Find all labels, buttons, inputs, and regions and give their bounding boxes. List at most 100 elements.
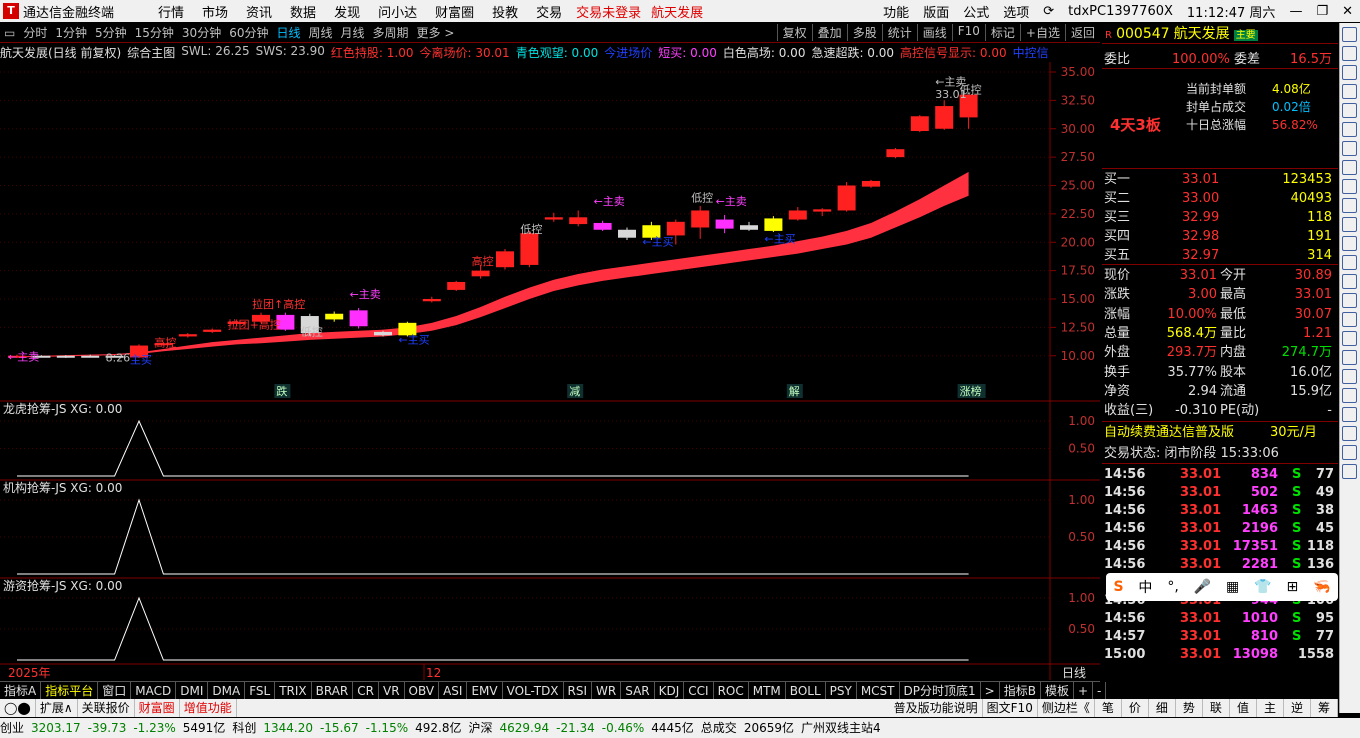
indicator-tab-4[interactable]: DMI: [176, 682, 209, 699]
ime-btn-2[interactable]: °,: [1167, 579, 1178, 595]
bottom-btn-1[interactable]: 关联报价: [78, 699, 135, 717]
indicator-tab-11[interactable]: OBV: [405, 682, 440, 699]
menu-right-1[interactable]: 版面: [916, 2, 956, 21]
bottom-right-btn-2[interactable]: 侧边栏《: [1038, 699, 1095, 717]
sidebar-tool-icon[interactable]: [1342, 236, 1357, 251]
period-tab-1[interactable]: 1分钟: [51, 24, 91, 41]
sidebar-tool-icon[interactable]: [1342, 27, 1357, 42]
login-warning[interactable]: 交易未登录 航天发展: [571, 2, 708, 21]
refresh-icon[interactable]: ⟳: [1036, 4, 1061, 19]
indicator-tab-1[interactable]: 指标平台: [41, 682, 99, 699]
ime-btn-5[interactable]: 👕: [1254, 579, 1271, 595]
indicator-tab-16[interactable]: WR: [592, 682, 622, 699]
sidebar-tool-icon[interactable]: [1342, 312, 1357, 327]
toolbar-btn-0[interactable]: 复权: [776, 24, 812, 41]
indicator-tab-17[interactable]: SAR: [621, 682, 655, 699]
menu-item-6[interactable]: 财富圈: [426, 2, 483, 21]
quick-tab-8[interactable]: 筹: [1311, 699, 1338, 717]
indicator-tab-27[interactable]: 指标B: [1000, 682, 1041, 699]
sidebar-tool-icon[interactable]: [1342, 46, 1357, 61]
indicator-tab-24[interactable]: MCST: [857, 682, 900, 699]
indicator-tab-8[interactable]: BRAR: [312, 682, 354, 699]
indicator-tab-22[interactable]: BOLL: [786, 682, 826, 699]
ime-btn-4[interactable]: ▦: [1226, 579, 1239, 595]
ime-btn-3[interactable]: 🎤: [1194, 579, 1211, 595]
menu-item-0[interactable]: 行情: [149, 2, 193, 21]
sidebar-tool-icon[interactable]: [1342, 179, 1357, 194]
period-tab-6[interactable]: 日线: [272, 24, 304, 41]
indicator-tab-12[interactable]: ASI: [439, 682, 468, 699]
sidebar-tool-icon[interactable]: [1342, 84, 1357, 99]
indicator-tab-0[interactable]: 指标A: [0, 682, 42, 699]
period-tab-2[interactable]: 5分钟: [91, 24, 131, 41]
quick-tab-1[interactable]: 价: [1122, 699, 1149, 717]
indicator-tab-15[interactable]: RSI: [564, 682, 593, 699]
sidebar-tool-icon[interactable]: [1342, 331, 1357, 346]
indicator-tab-19[interactable]: CCI: [684, 682, 714, 699]
sidebar-tool-icon[interactable]: [1342, 65, 1357, 80]
quick-tab-3[interactable]: 势: [1176, 699, 1203, 717]
sidebar-tool-icon[interactable]: [1342, 426, 1357, 441]
indicator-tab-18[interactable]: KDJ: [655, 682, 685, 699]
bottom-right-btn-0[interactable]: 普及版功能说明: [890, 699, 983, 717]
menu-right-2[interactable]: 公式: [956, 2, 996, 21]
ime-btn-0[interactable]: S: [1113, 579, 1123, 595]
period-tab-5[interactable]: 60分钟: [225, 24, 272, 41]
menu-item-8[interactable]: 交易: [527, 2, 571, 21]
period-tab-4[interactable]: 30分钟: [178, 24, 225, 41]
indicator-tab-5[interactable]: DMA: [208, 682, 246, 699]
indicator-tab-28[interactable]: 模板: [1041, 682, 1074, 699]
quick-tab-5[interactable]: 值: [1230, 699, 1257, 717]
indicator-tab-30[interactable]: -: [1093, 682, 1107, 699]
period-tab-0[interactable]: 分时: [19, 24, 51, 41]
indicator-tab-2[interactable]: 窗口: [98, 682, 132, 699]
sidebar-tool-icon[interactable]: [1342, 160, 1357, 175]
toolbar-btn-4[interactable]: 画线: [916, 24, 952, 41]
indicator-tab-10[interactable]: VR: [379, 682, 405, 699]
quick-tab-0[interactable]: 笔: [1095, 699, 1122, 717]
quick-tab-6[interactable]: 主: [1257, 699, 1284, 717]
indicator-tab-25[interactable]: DP分时顶底1: [900, 682, 981, 699]
sidebar-tool-icon[interactable]: [1342, 103, 1357, 118]
toolbar-menu-icon[interactable]: ▭: [0, 26, 19, 40]
period-tab-8[interactable]: 月线: [337, 24, 369, 41]
toolbar-btn-8[interactable]: 返回: [1064, 24, 1100, 41]
indicator-tab-21[interactable]: MTM: [749, 682, 786, 699]
sidebar-tool-icon[interactable]: [1342, 141, 1357, 156]
indicator-tab-20[interactable]: ROC: [714, 682, 749, 699]
indicator-tab-6[interactable]: FSL: [245, 682, 276, 699]
ime-btn-6[interactable]: ⊞: [1286, 579, 1298, 595]
quick-tab-2[interactable]: 细: [1149, 699, 1176, 717]
kline-chart[interactable]: 35.00 32.50 30.00 27.50 25.00 22.50 20.00 17.50…: [0, 62, 1100, 682]
indicator-tab-3[interactable]: MACD: [131, 682, 177, 699]
sidebar-tool-icon[interactable]: [1342, 369, 1357, 384]
menu-warning-1[interactable]: 航天发展: [646, 2, 708, 21]
quick-tab-4[interactable]: 联: [1203, 699, 1230, 717]
toolbar-btn-2[interactable]: 多股: [846, 24, 882, 41]
ime-btn-7[interactable]: 🦐: [1313, 579, 1330, 595]
sidebar-tool-icon[interactable]: [1342, 198, 1357, 213]
toolbar-btn-3[interactable]: 统计: [881, 24, 917, 41]
menu-item-7[interactable]: 投教: [483, 2, 527, 21]
toolbar-btn-6[interactable]: 标记: [984, 24, 1020, 41]
sidebar-tool-icon[interactable]: [1342, 122, 1357, 137]
indicator-tab-13[interactable]: EMV: [467, 682, 503, 699]
menu-right-3[interactable]: 选项: [996, 2, 1036, 21]
ime-btn-1[interactable]: 中: [1138, 577, 1152, 597]
indicator-tab-7[interactable]: TRIX: [275, 682, 312, 699]
period-tab-10[interactable]: 更多 >: [413, 24, 459, 41]
toolbar-btn-1[interactable]: 叠加: [811, 24, 847, 41]
toggle-switch[interactable]: ◯⬤: [0, 699, 36, 717]
indicator-tab-14[interactable]: VOL-TDX: [503, 682, 564, 699]
bottom-btn-3[interactable]: 增值功能: [180, 699, 237, 717]
sidebar-tool-icon[interactable]: [1342, 255, 1357, 270]
sidebar-tool-icon[interactable]: [1342, 274, 1357, 289]
toolbar-btn-7[interactable]: +自选: [1019, 24, 1065, 41]
sidebar-tool-icon[interactable]: [1342, 293, 1357, 308]
menu-item-3[interactable]: 数据: [281, 2, 325, 21]
menu-item-2[interactable]: 资讯: [237, 2, 281, 21]
toolbar-btn-5[interactable]: F10: [951, 24, 985, 41]
sidebar-tool-icon[interactable]: [1342, 388, 1357, 403]
minimize-icon[interactable]: —: [1282, 4, 1309, 19]
menu-warning-0[interactable]: 交易未登录: [571, 2, 646, 21]
